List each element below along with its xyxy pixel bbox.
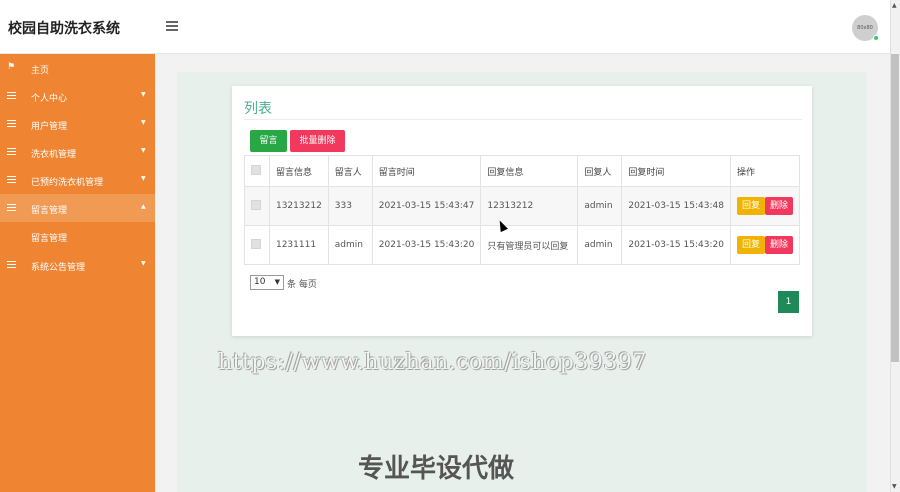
reply-cell: 12313212 <box>480 186 579 226</box>
sidebar-item-announcements[interactable]: 系统公告管理 ▼ <box>0 251 155 279</box>
replier-cell: admin <box>577 186 623 226</box>
row-checkbox[interactable] <box>251 199 261 210</box>
page-size-select[interactable]: 10 ▼ <box>250 275 284 290</box>
column-header[interactable]: 留言人 <box>327 155 373 187</box>
page-size-value: 10 <box>254 277 266 287</box>
list-icon <box>7 92 16 99</box>
reply-button[interactable]: 回复 <box>736 236 765 254</box>
select-all-checkbox[interactable] <box>251 164 261 175</box>
divider <box>244 119 802 120</box>
actions-cell: 回复 删除 <box>729 186 801 226</box>
column-header[interactable]: 回复人 <box>577 155 623 187</box>
reply-time-cell: 2021-03-15 15:43:20 <box>621 225 731 265</box>
flag-icon: ⚑ <box>7 62 16 72</box>
chevron-up-icon: ▲ <box>141 203 146 210</box>
app-title: 校园自助洗衣系统 <box>8 21 120 37</box>
replier-cell: admin <box>577 225 623 265</box>
sidebar-subitem-messages[interactable]: 留言管理 <box>0 222 155 250</box>
list-icon <box>7 176 16 183</box>
menu-toggle-icon[interactable] <box>166 21 178 31</box>
column-header: 操作 <box>729 155 801 187</box>
reply-time-cell: 2021-03-15 15:43:48 <box>621 186 731 226</box>
sidebar-item-personal-center[interactable]: 个人中心 ▼ <box>0 82 155 110</box>
chevron-down-icon: ▼ <box>141 175 146 182</box>
panel-title: 列表 <box>244 101 272 117</box>
sidebar-item-label: 个人中心 <box>31 94 68 104</box>
sidebar-subitem-label: 留言管理 <box>31 234 68 244</box>
chevron-down-icon: ▼ <box>141 119 146 126</box>
sidebar-item-label: 洗衣机管理 <box>31 150 77 160</box>
time-cell: 2021-03-15 15:43:20 <box>371 225 482 265</box>
sidebar-item-label: 留言管理 <box>31 206 68 216</box>
message-cell: 1231111 <box>268 225 329 265</box>
sidebar: ⚑ 主页 个人中心 ▼ 用户管理 ▼ 洗衣机管理 ▼ 已预约洗衣机管理 ▼ 留言… <box>0 54 155 492</box>
sidebar-item-reservations[interactable]: 已预约洗衣机管理 ▼ <box>0 166 155 194</box>
online-status-icon <box>873 35 879 41</box>
actions-cell: 回复 删除 <box>729 225 801 265</box>
sidebar-item-label: 主页 <box>31 66 50 76</box>
table-header-row: 留言信息 留言人 留言时间 回复信息 回复人 回复时间 操作 <box>244 155 801 187</box>
chevron-down-icon: ▼ <box>141 147 146 154</box>
sidebar-item-users[interactable]: 用户管理 ▼ <box>0 110 155 138</box>
table-row: 13213212 333 2021-03-15 15:43:47 1231321… <box>244 186 801 226</box>
chevron-down-icon: ▼ <box>141 260 146 267</box>
add-message-button[interactable]: 留言 <box>250 130 287 152</box>
row-checkbox[interactable] <box>251 238 261 249</box>
delete-button[interactable]: 删除 <box>764 236 793 254</box>
row-checkbox-cell <box>244 186 270 226</box>
sidebar-item-washers[interactable]: 洗衣机管理 ▼ <box>0 138 155 166</box>
scrollbar-thumb[interactable] <box>891 54 899 362</box>
author-cell: 333 <box>327 186 373 226</box>
table-row: 1231111 admin 2021-03-15 15:43:20 只有管理员可… <box>244 225 801 265</box>
sidebar-item-label: 系统公告管理 <box>31 263 86 273</box>
top-bar: 校园自助洗衣系统 80x80 <box>0 0 890 54</box>
chevron-down-icon: ▼ <box>274 278 280 286</box>
scroll-up-icon[interactable]: ▲ <box>892 2 897 9</box>
batch-delete-button[interactable]: 批量删除 <box>290 130 345 152</box>
column-header[interactable]: 留言时间 <box>371 155 482 187</box>
sidebar-item-label: 已预约洗衣机管理 <box>31 178 104 188</box>
author-cell: admin <box>327 225 373 265</box>
scroll-down-icon[interactable]: ▼ <box>892 483 897 490</box>
column-header[interactable]: 回复时间 <box>621 155 731 187</box>
messages-table: 留言信息 留言人 留言时间 回复信息 回复人 回复时间 操作 13213212 … <box>244 155 801 265</box>
reply-button[interactable]: 回复 <box>736 197 765 215</box>
list-icon <box>7 148 16 155</box>
list-icon <box>7 261 16 268</box>
list-panel: 列表 留言 批量删除 留言信息 留言人 留言时间 回复信息 回复人 回复时间 操… <box>232 86 812 336</box>
page-number-button[interactable]: 1 <box>778 291 799 313</box>
column-header[interactable]: 留言信息 <box>268 155 329 187</box>
sidebar-item-messages[interactable]: 留言管理 ▲ <box>0 194 155 222</box>
watermark-slogan: 专业毕设代做 <box>358 454 515 484</box>
time-cell: 2021-03-15 15:43:47 <box>371 186 482 226</box>
sidebar-item-home[interactable]: ⚑ 主页 <box>0 54 155 82</box>
list-icon <box>7 120 16 127</box>
reply-cell: 只有管理员可以回复 <box>480 225 579 265</box>
sidebar-item-label: 用户管理 <box>31 122 68 132</box>
delete-button[interactable]: 删除 <box>764 197 793 215</box>
message-cell: 13213212 <box>268 186 329 226</box>
watermark-url: https://www.huzhan.com/ishop39397 <box>218 350 647 375</box>
row-checkbox-cell <box>244 225 270 265</box>
chevron-down-icon: ▼ <box>141 91 146 98</box>
list-icon <box>7 204 16 211</box>
page-size-suffix: 条 每页 <box>287 280 317 290</box>
column-header[interactable]: 回复信息 <box>480 155 579 187</box>
select-all-cell <box>244 155 270 187</box>
